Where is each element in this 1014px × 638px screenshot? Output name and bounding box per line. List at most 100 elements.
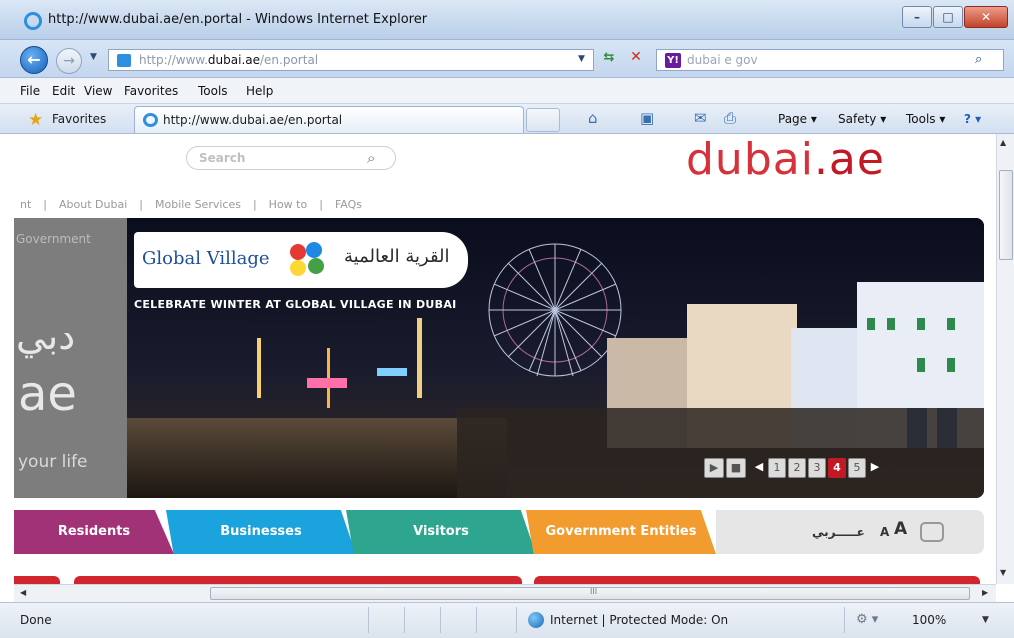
address-text[interactable]: http://www.dubai.ae/en.portal xyxy=(139,53,318,67)
section-header-strip xyxy=(74,576,522,584)
help-menu[interactable]: ? ▾ xyxy=(964,112,981,126)
nav-separator: | xyxy=(252,198,257,211)
print-page-icon[interactable] xyxy=(920,522,944,542)
scroll-grip: III xyxy=(590,587,598,596)
tab-businesses[interactable]: Businesses xyxy=(166,510,356,554)
favorites-button[interactable]: Favorites xyxy=(52,112,106,126)
browser-tab[interactable]: http://www.dubai.ae/en.portal xyxy=(134,106,524,133)
global-village-promo[interactable]: Global Village القرية العالمية xyxy=(134,232,468,288)
address-prefix: http://www. xyxy=(139,53,208,67)
maximize-icon: □ xyxy=(942,10,954,24)
status-divider xyxy=(440,607,441,633)
new-tab-button[interactable] xyxy=(526,108,560,132)
forward-button[interactable]: → xyxy=(56,48,82,74)
dubai-ae-logo[interactable]: dubai.ae xyxy=(686,136,885,184)
site-search-box[interactable]: Search ⌕ xyxy=(186,146,396,170)
slider-stop-button[interactable]: ■ xyxy=(726,458,746,478)
zoom-level[interactable]: 100% xyxy=(912,613,946,627)
feeds-icon[interactable]: ▣ xyxy=(640,109,654,127)
site-nav-links: nt | About Dubai | Mobile Services | How to | FA… xyxy=(14,198,368,211)
arabic-language-link[interactable]: عـــــربي xyxy=(812,524,865,540)
nav-link-faqs[interactable]: FAQs xyxy=(335,198,362,211)
home-icon[interactable]: ⌂ xyxy=(588,109,598,127)
back-button[interactable]: ← xyxy=(20,46,48,74)
status-divider xyxy=(476,607,477,633)
logo-word: dubai xyxy=(686,134,814,185)
ferris-wheel xyxy=(488,243,622,377)
tab-government-entities[interactable]: Government Entities xyxy=(526,510,716,554)
search-box[interactable]: Y! dubai e gov ⌕ xyxy=(656,49,1004,71)
horizontal-scrollbar[interactable]: ◀ III ▶ xyxy=(14,584,996,602)
crowd xyxy=(457,408,984,498)
address-dropdown-icon[interactable]: ▼ xyxy=(578,54,585,64)
hero-sidebar-label: Government xyxy=(16,232,91,246)
slider-page-1[interactable]: 1 xyxy=(768,458,786,478)
yahoo-icon: Y! xyxy=(665,53,681,68)
history-dropdown-icon[interactable]: ▼ xyxy=(90,52,97,62)
slider-page-2[interactable]: 2 xyxy=(788,458,806,478)
address-bar[interactable]: http://www.dubai.ae/en.portal xyxy=(108,49,594,71)
menu-view[interactable]: View xyxy=(84,84,112,98)
close-icon: ✕ xyxy=(980,10,992,24)
refresh-button[interactable]: ⇆ xyxy=(598,50,620,70)
nav-separator: | xyxy=(139,198,143,211)
safety-menu[interactable]: Safety ▾ xyxy=(838,112,886,126)
tools-menu[interactable]: Tools ▾ xyxy=(906,112,945,126)
stop-button[interactable]: ✕ xyxy=(626,49,646,71)
security-zone-text[interactable]: Internet | Protected Mode: On xyxy=(550,613,728,627)
slider-page-4[interactable]: 4 xyxy=(828,458,846,478)
close-button[interactable]: ✕ xyxy=(964,6,1008,28)
slider-play-button[interactable]: ▶ xyxy=(704,458,724,478)
slider-page-3[interactable]: 3 xyxy=(808,458,826,478)
status-divider xyxy=(844,607,845,633)
nav-link-how-to[interactable]: How to xyxy=(269,198,308,211)
favorites-star-icon[interactable]: ★ xyxy=(28,110,43,130)
site-search-input[interactable]: Search xyxy=(199,151,245,165)
increase-font-button[interactable]: A xyxy=(894,519,907,539)
zoom-dropdown-icon[interactable]: ▼ xyxy=(982,615,989,625)
menu-favorites[interactable]: Favorites xyxy=(124,84,178,98)
slider-next-button[interactable]: ▶ xyxy=(868,458,882,478)
nav-link-government[interactable]: nt xyxy=(20,198,31,211)
scroll-down-arrow[interactable]: ▼ xyxy=(1000,568,1006,577)
protected-mode-icon[interactable]: ⚙ ▾ xyxy=(856,612,878,627)
audience-tabs: Residents Businesses Visitors Government… xyxy=(14,510,984,554)
page-menu[interactable]: Page ▾ xyxy=(778,112,817,126)
slider-prev-button[interactable]: ◀ xyxy=(752,458,766,478)
maximize-button[interactable]: □ xyxy=(933,6,963,28)
nav-link-about-dubai[interactable]: About Dubai xyxy=(59,198,127,211)
promo-title: Global Village xyxy=(142,248,270,269)
tab-residents[interactable]: Residents xyxy=(14,510,174,554)
nav-separator: | xyxy=(319,198,323,211)
print-icon[interactable]: ⎙ xyxy=(724,109,736,127)
scroll-right-arrow[interactable]: ▶ xyxy=(982,588,988,597)
internet-explorer-icon xyxy=(24,12,42,30)
menu-edit[interactable]: Edit xyxy=(52,84,75,98)
internet-zone-globe-icon xyxy=(528,612,544,628)
slider-page-5[interactable]: 5 xyxy=(848,458,866,478)
menu-help[interactable]: Help xyxy=(246,84,273,98)
address-suffix: /en.portal xyxy=(260,53,319,67)
vertical-scroll-thumb[interactable] xyxy=(999,170,1013,260)
tab-visitors[interactable]: Visitors xyxy=(346,510,536,554)
decrease-font-button[interactable]: A xyxy=(880,524,889,540)
status-bar: Done Internet | Protected Mode: On ⚙ ▾ 1… xyxy=(0,602,1014,638)
scroll-left-arrow[interactable]: ◀ xyxy=(20,588,26,597)
status-divider xyxy=(516,607,517,633)
scroll-up-arrow[interactable]: ▲ xyxy=(1000,138,1006,147)
minimize-button[interactable]: – xyxy=(902,6,932,28)
menu-tools[interactable]: Tools xyxy=(198,84,228,98)
menu-file[interactable]: File xyxy=(20,84,40,98)
nav-link-mobile-services[interactable]: Mobile Services xyxy=(155,198,241,211)
page-tools: عـــــربي A A xyxy=(716,510,984,554)
search-icon[interactable]: ⌕ xyxy=(367,149,375,167)
lake xyxy=(127,418,507,498)
vertical-scrollbar[interactable]: ▲ ▼ xyxy=(996,134,1014,584)
search-icon[interactable]: ⌕ xyxy=(975,52,982,67)
page-icon xyxy=(117,54,131,67)
hero-banner[interactable]: Government دبي ae your life Global Villa… xyxy=(14,218,984,498)
hero-ae-wordmark: ae xyxy=(18,366,77,422)
promo-arabic-title: القرية العالمية xyxy=(344,246,450,267)
search-input[interactable]: dubai e gov xyxy=(687,53,758,67)
mail-icon[interactable]: ✉ xyxy=(694,109,707,127)
